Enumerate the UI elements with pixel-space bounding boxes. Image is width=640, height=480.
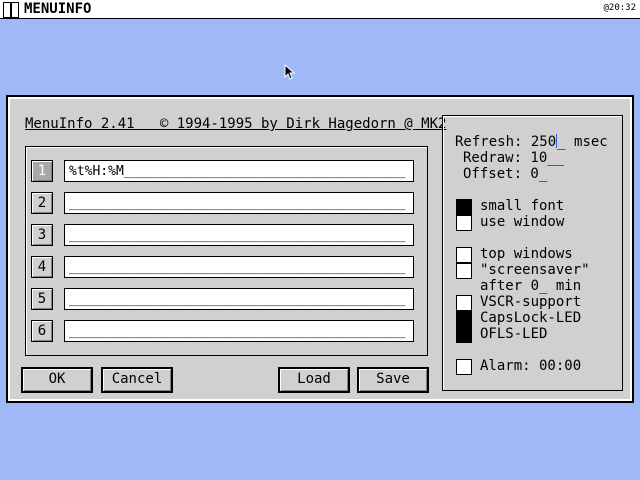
top-windows-checkbox[interactable] [456,247,472,263]
field-2-button[interactable]: 2 [31,192,53,214]
redraw-setting[interactable]: Redraw: 10__ [463,150,564,166]
cancel-button[interactable]: Cancel [101,367,173,393]
menu-title[interactable]: MENUINFO [24,1,91,17]
field-6-button[interactable]: 6 [31,320,53,342]
field-3-input[interactable]: ________________________________________… [64,224,414,246]
field-4-button[interactable]: 4 [31,256,53,278]
mouse-cursor-icon [284,64,296,80]
use-window-checkbox[interactable] [456,215,472,231]
alarm-checkbox[interactable] [456,359,472,375]
vscr-support-checkbox[interactable] [456,295,472,311]
refresh-label: Refresh: [455,134,531,150]
field-5-input[interactable]: ________________________________________… [64,288,414,310]
use-window-label: use window [480,214,565,230]
save-button[interactable]: Save [357,367,429,393]
vscr-support-label: VSCR-support [480,294,582,310]
app-title: MenuInfo 2.41 © 1994-1995 by Dirk Hagedo… [25,116,447,132]
load-button[interactable]: Load [278,367,350,393]
field-1-button[interactable]: 1 [31,160,53,182]
field-row-4: 4 ______________________________________… [31,256,421,280]
field-row-5: 5 ______________________________________… [31,288,421,312]
field-4-input[interactable]: ________________________________________… [64,256,414,278]
offset-setting[interactable]: Offset: 0_ [463,166,547,182]
screensaver-after-setting[interactable]: after 0_ min [480,278,581,294]
menu-clock: @20:32 [603,3,636,13]
right-panel: Refresh: 250_ msec Redraw: 10__ Offset: … [442,101,630,397]
field-row-3: 3 ______________________________________… [31,224,421,248]
refresh-unit: _ msec [557,134,608,150]
alarm-setting[interactable]: Alarm: 00:00 [480,358,581,374]
settings-box: Refresh: 250_ msec Redraw: 10__ Offset: … [442,115,623,391]
field-1-input[interactable]: %t%H:%M_________________________________… [64,160,414,182]
field-row-2: 2 ______________________________________… [31,192,421,216]
field-6-input[interactable]: ________________________________________… [64,320,414,342]
small-font-checkbox[interactable] [456,199,472,215]
field-5-button[interactable]: 5 [31,288,53,310]
small-font-label: small font [480,198,565,214]
menu-bar: MENUINFO @20:32 [0,0,640,19]
field-row-1: 1 %t%H:%M_______________________________… [31,160,421,184]
field-row-6: 6 ______________________________________… [31,320,421,344]
ok-button[interactable]: OK [21,367,93,393]
capslock-led-label: CapsLock-LED [480,310,582,326]
field-3-button[interactable]: 3 [31,224,53,246]
screensaver-label: "screensaver" [480,262,590,278]
left-panel: MenuInfo 2.41 © 1994-1995 by Dirk Hagedo… [12,101,446,397]
top-windows-label: top windows [480,246,573,262]
capslock-ofls-checkbox[interactable] [456,311,472,343]
refresh-value[interactable]: 250 [531,134,556,150]
refresh-setting[interactable]: Refresh: 250_ msec [455,134,608,150]
screensaver-checkbox[interactable] [456,263,472,279]
ofls-led-label: OFLS-LED [480,326,548,342]
field-2-input[interactable]: ________________________________________… [64,192,414,214]
format-fields-box: 1 %t%H:%M_______________________________… [25,146,428,356]
menuinfo-dialog: MenuInfo 2.41 © 1994-1995 by Dirk Hagedo… [6,95,634,403]
window-icon[interactable] [2,1,19,18]
